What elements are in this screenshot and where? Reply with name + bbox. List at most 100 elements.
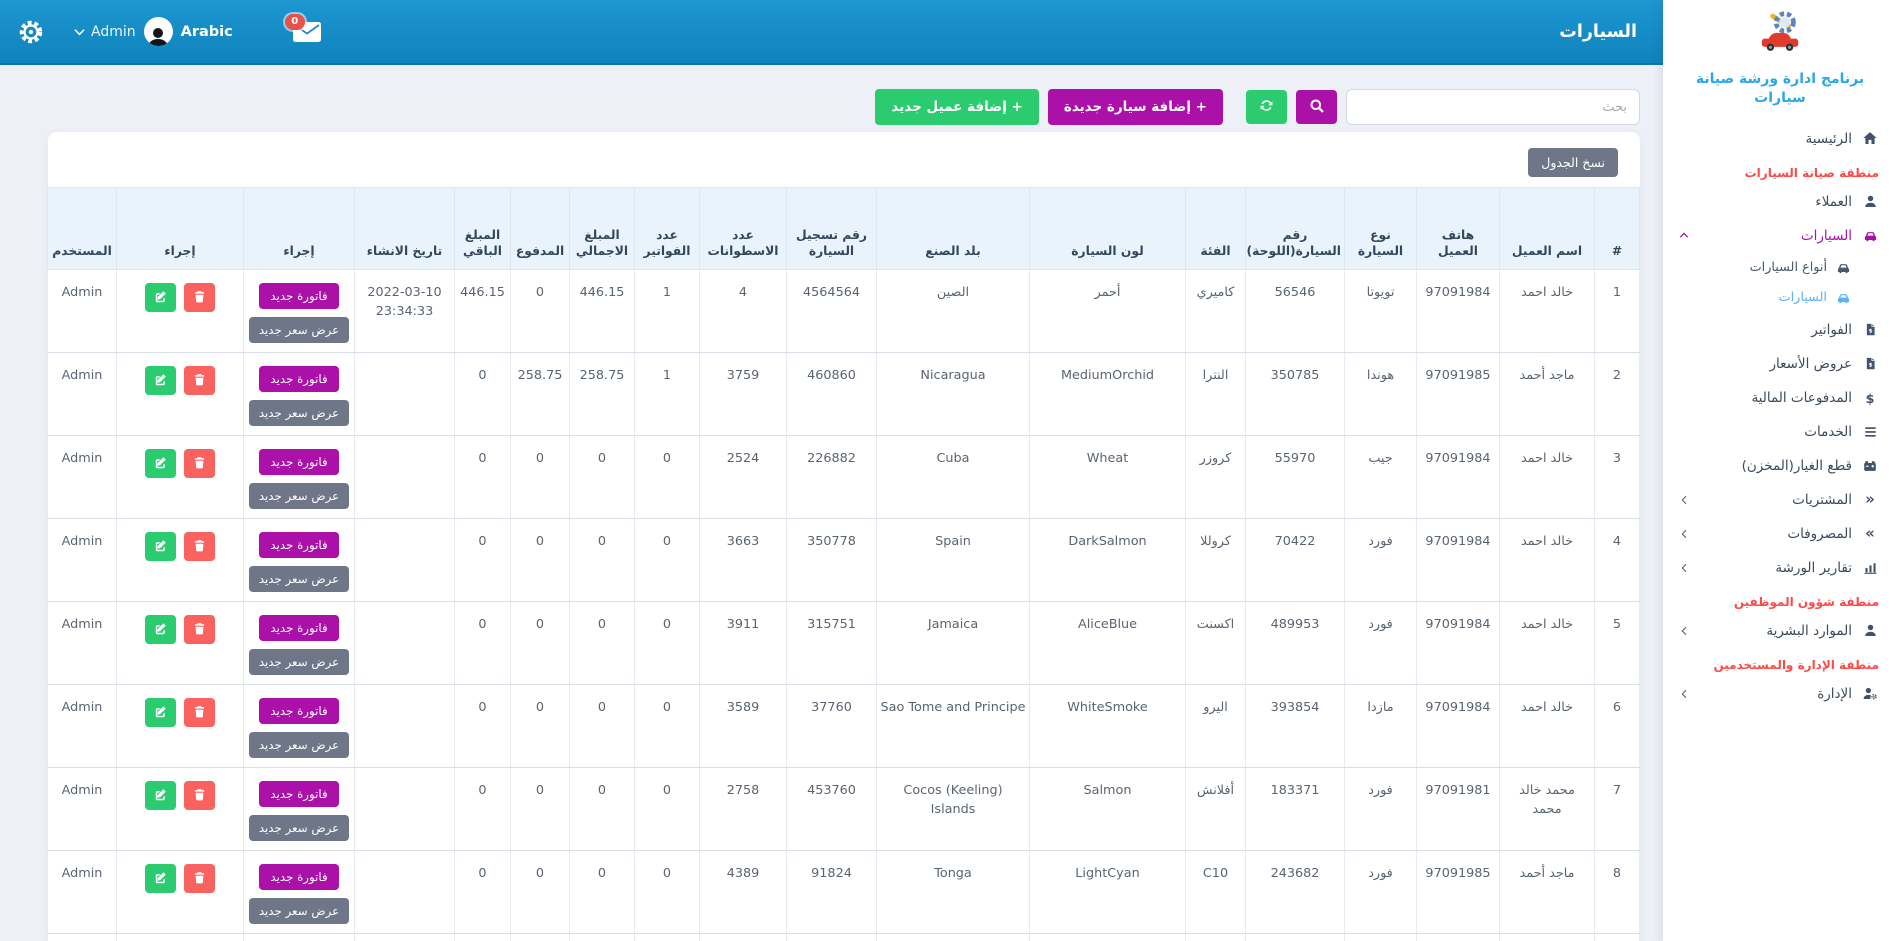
sidebar-item-label: المدفوعات المالية	[1751, 390, 1852, 406]
new-quote-button[interactable]: عرض سعر جديد	[249, 483, 349, 509]
admin-label: Admin	[91, 24, 136, 40]
cell-actions-buttons: فاتورة جديد عرض سعر جديد	[244, 519, 355, 602]
edit-icon	[154, 539, 167, 555]
table-row: 4خالد احمد97091984فورد70422كروللاDarkSal…	[48, 519, 1640, 602]
cell-total-amount: 0	[570, 768, 635, 851]
chevron-up-icon	[1677, 230, 1691, 242]
trash-icon	[193, 871, 206, 887]
new-invoice-button[interactable]: فاتورة جديد	[259, 781, 338, 807]
edit-button[interactable]	[145, 864, 176, 893]
edit-button[interactable]	[145, 366, 176, 395]
new-quote-button[interactable]: عرض سعر جديد	[249, 732, 349, 758]
sidebar-item[interactable]: قطع الغيار(المخزن)	[1677, 449, 1879, 483]
cell-car-color: Thistle	[1030, 934, 1186, 941]
edit-icon	[154, 456, 167, 472]
edit-button[interactable]	[145, 449, 176, 478]
new-invoice-button[interactable]: فاتورة جديد	[259, 615, 338, 641]
table-row: 8ماجد أحمد97091985فورد243682C10LightCyan…	[48, 851, 1640, 934]
delete-button[interactable]	[184, 781, 215, 810]
new-quote-button[interactable]: عرض سعر جديد	[249, 317, 349, 343]
sidebar-item[interactable]: »المصروفات	[1677, 517, 1879, 551]
sidebar-item[interactable]: الخدمات	[1677, 415, 1879, 449]
cell-client-phone: 97091984	[1417, 685, 1500, 768]
delete-button[interactable]	[184, 864, 215, 893]
new-quote-button[interactable]: عرض سعر جديد	[249, 400, 349, 426]
sidebar-item[interactable]: $الفواتير	[1677, 313, 1879, 347]
new-invoice-button[interactable]: فاتورة جديد	[259, 283, 338, 309]
cell-remaining: 0	[455, 768, 511, 851]
new-invoice-button[interactable]: فاتورة جديد	[259, 864, 338, 890]
edit-icon	[154, 871, 167, 887]
dollar-icon: $	[1861, 390, 1879, 406]
language-switcher[interactable]: Arabic	[181, 24, 233, 40]
sidebar-item[interactable]: أنواع السيارات	[1677, 253, 1879, 283]
sidebar-item[interactable]: $ المدفوعات المالية	[1677, 381, 1879, 415]
settings-gear-icon[interactable]	[18, 19, 44, 45]
cell-remaining: 0	[455, 353, 511, 436]
page-title: السيارات	[1559, 0, 1637, 63]
new-invoice-button[interactable]: فاتورة جديد	[259, 366, 338, 392]
cell-remaining: 0	[455, 851, 511, 934]
cell-actions-icons	[117, 519, 244, 602]
sidebar-item[interactable]: «المشتريات	[1677, 483, 1879, 517]
search-button[interactable]	[1296, 90, 1337, 124]
cell-created-at	[355, 602, 455, 685]
sidebar-item[interactable]: تقارير الورشة	[1677, 551, 1879, 585]
sidebar-item[interactable]: العملاء	[1677, 185, 1879, 219]
new-invoice-button[interactable]: فاتورة جديد	[259, 698, 338, 724]
delete-button[interactable]	[184, 449, 215, 478]
edit-icon	[154, 788, 167, 804]
cell-registration-number: 350778	[787, 519, 877, 602]
sidebar-item[interactable]: الإدارة	[1677, 677, 1879, 711]
refresh-button[interactable]	[1246, 90, 1287, 124]
new-quote-button[interactable]: عرض سعر جديد	[249, 566, 349, 592]
delete-button[interactable]	[184, 283, 215, 312]
delete-button[interactable]	[184, 615, 215, 644]
edit-button[interactable]	[145, 283, 176, 312]
cell-invoices-count: 1	[635, 353, 700, 436]
cell-car-type: هوندا	[1345, 353, 1417, 436]
cell-category: C10	[1186, 851, 1246, 934]
edit-button[interactable]	[145, 615, 176, 644]
copy-table-button[interactable]: نسخ الجدول	[1528, 148, 1618, 177]
table-row: 7محمد خالد محمد97091981فورد183371أفلانشS…	[48, 768, 1640, 851]
sidebar-item[interactable]: الموارد البشرية	[1677, 614, 1879, 648]
edit-button[interactable]	[145, 781, 176, 810]
cell-invoices-count: 0	[635, 685, 700, 768]
new-invoice-button[interactable]: فاتورة جديد	[259, 532, 338, 558]
admin-dropdown[interactable]: Admin	[74, 24, 136, 40]
cell-car-type: تويوتا	[1345, 270, 1417, 353]
edit-icon	[154, 290, 167, 306]
new-quote-button[interactable]: عرض سعر جديد	[249, 815, 349, 841]
avatar[interactable]	[144, 17, 173, 46]
cell-registration-number: 460860	[787, 353, 877, 436]
svg-text:$: $	[1868, 363, 1872, 369]
invoice-icon: $	[1861, 322, 1879, 338]
edit-button[interactable]	[145, 532, 176, 561]
sidebar-item[interactable]: السيارات	[1677, 283, 1879, 313]
cell-country: Spain	[877, 519, 1030, 602]
cell-category: اليرو	[1186, 685, 1246, 768]
cell-registration-number: 91824	[787, 851, 877, 934]
cell-plate-number: 55970	[1246, 436, 1345, 519]
cell-user: Admin	[48, 602, 117, 685]
add-client-button[interactable]: + إضافة عميل جديد	[875, 89, 1038, 125]
delete-button[interactable]	[184, 366, 215, 395]
cell-car-color: DarkSalmon	[1030, 519, 1186, 602]
edit-button[interactable]	[145, 698, 176, 727]
new-quote-button[interactable]: عرض سعر جديد	[249, 649, 349, 675]
sidebar-item[interactable]: الرئيسية	[1677, 122, 1879, 156]
add-car-button[interactable]: + إضافة سيارة جديدة	[1048, 89, 1223, 125]
sidebar-item[interactable]: $عروض الأسعار	[1677, 347, 1879, 381]
mail-icon[interactable]: 0	[293, 22, 321, 42]
svg-text:$: $	[1868, 329, 1872, 335]
sidebar-item[interactable]: السيارات	[1677, 219, 1879, 253]
new-quote-button[interactable]: عرض سعر جديد	[249, 898, 349, 924]
delete-button[interactable]	[184, 532, 215, 561]
chevron-left-icon	[1677, 528, 1691, 540]
search-input[interactable]	[1346, 89, 1640, 125]
new-invoice-button[interactable]: فاتورة جديد	[259, 449, 338, 475]
delete-button[interactable]	[184, 698, 215, 727]
cell-num: 4	[1595, 519, 1640, 602]
cell-country: Tonga	[877, 851, 1030, 934]
